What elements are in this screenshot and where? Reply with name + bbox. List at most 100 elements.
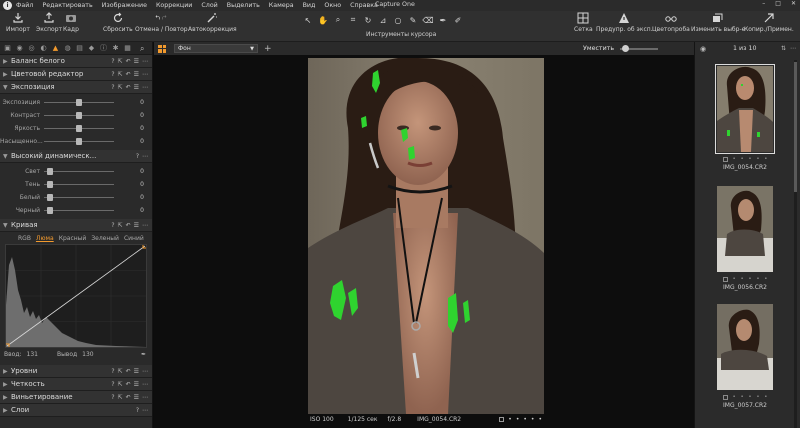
help-icon[interactable]: ? bbox=[111, 58, 114, 65]
maximize-icon[interactable]: □ bbox=[775, 0, 781, 7]
menu-file[interactable]: Файл bbox=[16, 2, 33, 9]
thumbnail-rating[interactable]: • • • • • bbox=[722, 394, 767, 400]
slider-handle[interactable] bbox=[46, 181, 53, 188]
sort-icon[interactable]: ⇅ bbox=[781, 45, 786, 52]
reset-small-icon[interactable]: ↶ bbox=[126, 394, 131, 401]
help-icon[interactable]: ? bbox=[111, 84, 114, 91]
output-tab-icon[interactable]: ✱ bbox=[111, 44, 120, 53]
reset-small-icon[interactable]: ↶ bbox=[126, 58, 131, 65]
slider-value[interactable]: 0 bbox=[140, 207, 144, 214]
more-icon[interactable]: ⋯ bbox=[142, 368, 148, 375]
presets-icon[interactable]: ☰ bbox=[134, 71, 139, 78]
pan-hand-icon[interactable]: ✋ bbox=[317, 14, 329, 26]
color-editor-section[interactable]: ▶ Цветовой редактор ? ⇱ ↶ ☰ ⋯ bbox=[0, 68, 152, 81]
slider-value[interactable]: 0 bbox=[140, 168, 144, 175]
vignetting-section[interactable]: ▶ Виньетирование ? ⇱ ↶ ☰ ⋯ bbox=[0, 391, 152, 404]
thumbnail-rating[interactable]: • • • • • bbox=[722, 156, 767, 162]
menu-edit[interactable]: Редактировать bbox=[42, 2, 92, 9]
copy-icon[interactable]: ⇱ bbox=[118, 368, 123, 375]
menu-adjustments[interactable]: Коррекции bbox=[156, 2, 192, 9]
minimize-icon[interactable]: – bbox=[762, 0, 765, 7]
layers-section[interactable]: ▶ Слои ? ⋯ bbox=[0, 404, 152, 417]
batch-tab-icon[interactable]: ▦ bbox=[123, 44, 132, 53]
reset-small-icon[interactable]: ↶ bbox=[126, 381, 131, 388]
scrollbar-handle[interactable] bbox=[794, 62, 797, 192]
color-tag-icon[interactable] bbox=[722, 156, 728, 162]
reset-small-icon[interactable]: ↶ bbox=[126, 84, 131, 91]
color-tag-icon[interactable] bbox=[722, 276, 728, 282]
slider-handle[interactable] bbox=[76, 99, 82, 106]
metadata-tab-icon[interactable]: ⓘ bbox=[99, 44, 108, 53]
reset-small-icon[interactable]: ↶ bbox=[126, 368, 131, 375]
mask-brush-icon[interactable]: ✎ bbox=[407, 14, 419, 26]
rating-dots[interactable]: • • • • • bbox=[499, 416, 542, 423]
clarity-section[interactable]: ▶ Четкость ? ⇱ ↶ ☰ ⋯ bbox=[0, 378, 152, 391]
menu-help[interactable]: Справка bbox=[350, 2, 378, 9]
copy-icon[interactable]: ⇱ bbox=[118, 58, 123, 65]
star-dot-icon[interactable]: • bbox=[508, 416, 512, 423]
color-tag-icon[interactable] bbox=[722, 394, 728, 400]
more-icon[interactable]: ⋯ bbox=[142, 71, 148, 78]
menu-layer[interactable]: Слой bbox=[201, 2, 217, 9]
picker-icon[interactable]: ✒ bbox=[141, 351, 146, 358]
spot-removal-icon[interactable]: ○ bbox=[392, 14, 404, 26]
annotate-icon[interactable]: ✐ bbox=[452, 14, 464, 26]
slider-track[interactable] bbox=[44, 112, 114, 119]
fit-zoom-button[interactable]: Уместить bbox=[583, 45, 614, 52]
color-tag-icon[interactable] bbox=[499, 416, 505, 422]
autocorrect-button[interactable]: Автокоррекция bbox=[188, 12, 237, 33]
menu-window[interactable]: Окно bbox=[324, 2, 341, 9]
star-dot-icon[interactable]: • bbox=[516, 416, 520, 423]
help-icon[interactable]: ? bbox=[111, 71, 114, 78]
menu-select[interactable]: Выделить bbox=[227, 2, 260, 9]
copy-icon[interactable]: ⇱ bbox=[118, 394, 123, 401]
details-tab-icon[interactable]: ◍ bbox=[63, 44, 72, 53]
eraser-icon[interactable]: ⌫ bbox=[422, 14, 434, 26]
help-icon[interactable]: ? bbox=[111, 394, 114, 401]
presets-icon[interactable]: ☰ bbox=[134, 58, 139, 65]
curve-tab-blue[interactable]: Синий bbox=[124, 235, 144, 242]
layer-select[interactable]: Фон ▼ bbox=[174, 44, 258, 53]
exposure-section[interactable]: ▼ Экспозиция ? ⇱ ↶ ☰ ⋯ bbox=[0, 81, 152, 94]
more-icon[interactable]: ⋯ bbox=[142, 222, 148, 229]
adjustments-tab-icon[interactable]: ◆ bbox=[87, 44, 96, 53]
copy-apply-button[interactable]: Копир./Примен. bbox=[744, 12, 794, 33]
slider-value[interactable]: 0 bbox=[140, 125, 144, 132]
layers-grid-icon[interactable] bbox=[158, 44, 166, 53]
more-icon[interactable]: ⋯ bbox=[790, 45, 796, 52]
slider-track[interactable] bbox=[44, 207, 114, 214]
curve-tab-rgb[interactable]: RGB bbox=[18, 235, 31, 242]
menu-view[interactable]: Вид bbox=[303, 2, 316, 9]
copy-icon[interactable]: ⇱ bbox=[118, 84, 123, 91]
more-icon[interactable]: ⋯ bbox=[142, 84, 148, 91]
more-icon[interactable]: ⋯ bbox=[142, 394, 148, 401]
curve-editor[interactable] bbox=[5, 244, 147, 348]
slider-handle[interactable] bbox=[46, 207, 53, 214]
curve-tab-green[interactable]: Зеленый bbox=[91, 235, 119, 242]
grid-button[interactable]: Сетка bbox=[574, 12, 593, 33]
pointer-icon[interactable]: ↖ bbox=[302, 14, 314, 26]
menu-image[interactable]: Изображение bbox=[102, 2, 147, 9]
exposure-tab-icon[interactable]: ▲ bbox=[51, 44, 60, 53]
more-icon[interactable]: ⋯ bbox=[142, 381, 148, 388]
slider-handle[interactable] bbox=[46, 194, 53, 201]
star-dot-icon[interactable]: • bbox=[523, 416, 527, 423]
slider-track[interactable] bbox=[44, 181, 114, 188]
curve-tab-luma[interactable]: Люма bbox=[36, 235, 54, 242]
menu-camera[interactable]: Камера bbox=[269, 2, 294, 9]
slider-track[interactable] bbox=[44, 168, 114, 175]
star-dot-icon[interactable]: • bbox=[531, 416, 535, 423]
presets-icon[interactable]: ☰ bbox=[134, 368, 139, 375]
thumbnail-1[interactable]: • • • • • IMG_0054.CR2 bbox=[715, 64, 775, 171]
reset-small-icon[interactable]: ↶ bbox=[126, 222, 131, 229]
more-icon[interactable]: ⋯ bbox=[142, 407, 148, 414]
reset-button[interactable]: Сбросить bbox=[103, 12, 133, 33]
slider-value[interactable]: 0 bbox=[140, 112, 144, 119]
presets-icon[interactable]: ☰ bbox=[134, 222, 139, 229]
slider-track[interactable] bbox=[44, 138, 114, 145]
slider-handle[interactable] bbox=[76, 138, 82, 145]
lens-tab-icon[interactable]: ◎ bbox=[27, 44, 36, 53]
color-tab-icon[interactable]: ◐ bbox=[39, 44, 48, 53]
capture-tab-icon[interactable]: ◉ bbox=[15, 44, 24, 53]
hdr-section[interactable]: ▼ Высокий динамическ... ? ⋯ bbox=[0, 150, 152, 163]
